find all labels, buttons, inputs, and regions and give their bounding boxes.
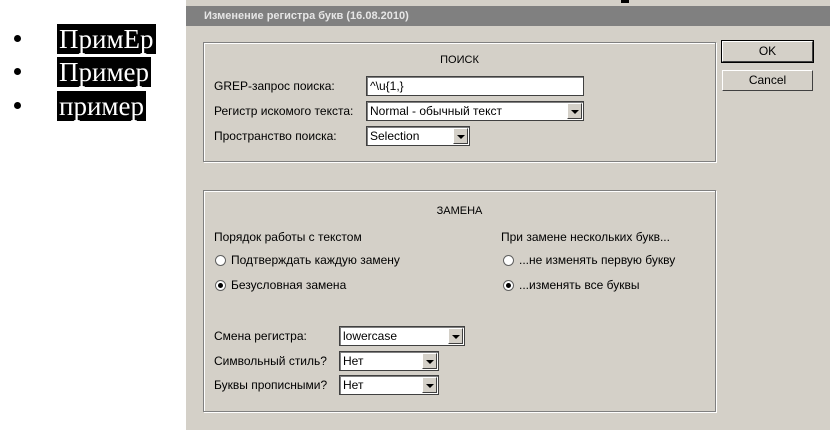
- search-case-label: Регистр искомого текста:: [214, 104, 354, 118]
- chevron-down-icon[interactable]: [448, 328, 463, 344]
- list-item-text[interactable]: пример: [57, 91, 146, 121]
- multi-change-all-radio[interactable]: [503, 280, 514, 291]
- replace-heading: ЗАМЕНА: [436, 205, 483, 217]
- replace-group: ЗАМЕНА Порядок работы с текстом Подтверж…: [203, 190, 716, 412]
- bullet-icon: [14, 102, 21, 109]
- chevron-down-icon[interactable]: [422, 377, 437, 393]
- search-case-select[interactable]: Normal - обычный текст: [366, 101, 584, 121]
- multi-keep-first-label[interactable]: ...не изменять первую букву: [519, 253, 675, 267]
- mode-confirm-label[interactable]: Подтверждать каждую замену: [231, 253, 400, 267]
- chevron-down-icon[interactable]: [567, 103, 582, 119]
- case-change-dialog: Изменение регистра букв (16.08.2010) OK …: [185, 0, 830, 430]
- bullet-icon: [14, 68, 21, 75]
- multi-keep-first-radio[interactable]: [503, 255, 514, 266]
- document-list: ПримЕр Пример пример: [0, 0, 185, 430]
- search-case-value: Normal - обычный текст: [370, 104, 502, 118]
- caps-select[interactable]: Нет: [339, 375, 439, 395]
- case-change-select[interactable]: lowercase: [339, 326, 465, 346]
- search-group: ПОИСК GREP-запрос поиска: ^\u{1,} Регист…: [203, 42, 716, 162]
- multi-change-all-label[interactable]: ...изменять все буквы: [519, 278, 639, 292]
- bullet-icon: [14, 35, 21, 42]
- case-change-label: Смена регистра:: [214, 329, 307, 343]
- char-style-value: Нет: [343, 354, 364, 368]
- cancel-button[interactable]: Cancel: [722, 70, 813, 91]
- chevron-down-icon[interactable]: [422, 353, 437, 369]
- mode-unconditional-radio[interactable]: [215, 280, 226, 291]
- search-scope-select[interactable]: Selection: [366, 126, 470, 146]
- dialog-title: Изменение регистра букв (16.08.2010): [204, 10, 409, 22]
- caps-label: Буквы прописными?: [214, 378, 328, 392]
- case-change-value: lowercase: [343, 329, 398, 343]
- grep-query-input[interactable]: ^\u{1,}: [366, 76, 584, 96]
- mode-confirm-radio[interactable]: [215, 255, 226, 266]
- caps-value: Нет: [343, 378, 364, 392]
- char-style-select[interactable]: Нет: [339, 351, 439, 371]
- mode-unconditional-label[interactable]: Безусловная замена: [231, 278, 346, 292]
- search-heading: ПОИСК: [440, 54, 479, 66]
- mode-label: Порядок работы с текстом: [214, 230, 362, 244]
- char-style-label: Символьный стиль?: [214, 354, 327, 368]
- list-item-text[interactable]: Пример: [57, 57, 152, 87]
- chevron-down-icon[interactable]: [453, 128, 468, 144]
- ok-button[interactable]: OK: [721, 40, 814, 63]
- search-scope-label: Пространство поиска:: [214, 129, 337, 143]
- multi-letter-label: При замене нескольких букв...: [501, 230, 670, 244]
- grep-query-label: GREP-запрос поиска:: [214, 79, 335, 93]
- list-item-text[interactable]: ПримЕр: [57, 24, 156, 54]
- search-scope-value: Selection: [370, 129, 420, 143]
- dialog-titlebar[interactable]: Изменение регистра букв (16.08.2010): [186, 6, 830, 26]
